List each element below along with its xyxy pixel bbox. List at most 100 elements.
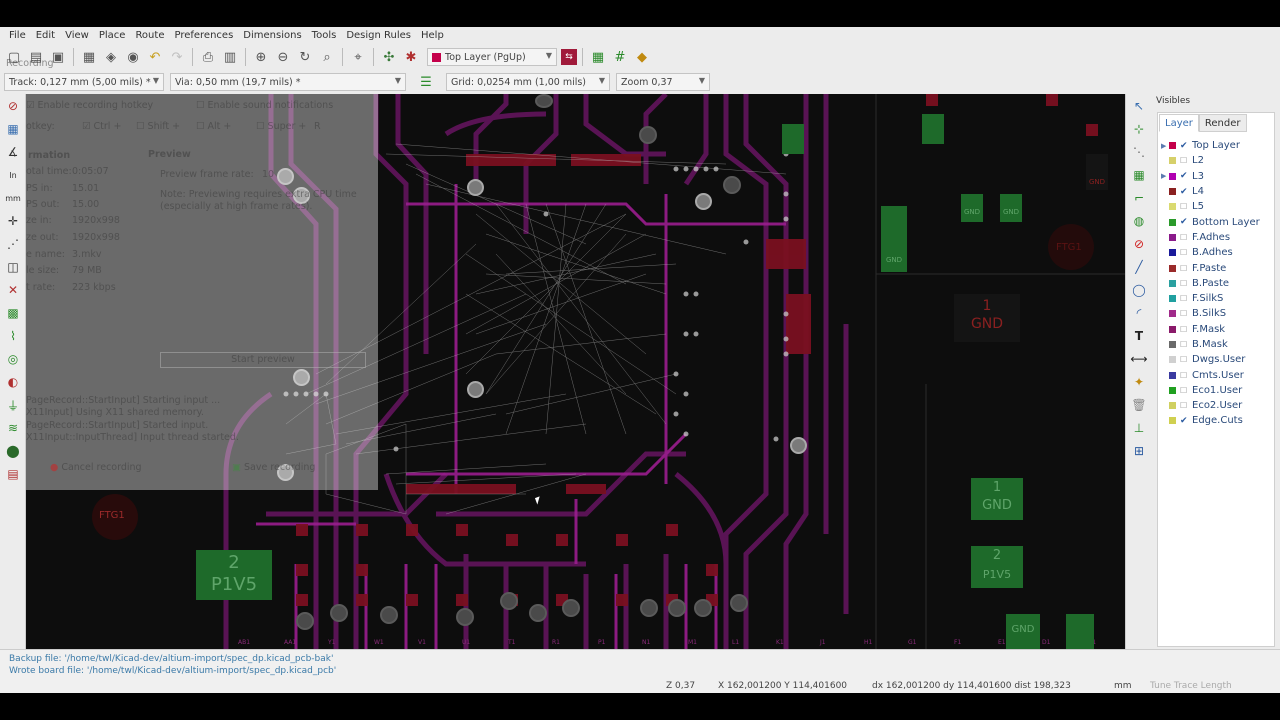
tab-layer[interactable]: Layer [1159,114,1199,132]
add-dimension-icon[interactable]: ⟷ [1128,348,1150,370]
route-track-icon[interactable]: ⌐ [1128,187,1150,209]
autoroute-icon[interactable]: # [610,47,630,67]
add-keepout-icon[interactable]: ╱ [1128,256,1150,278]
via-bottom-row[interactable] [500,592,518,610]
pad-small-green-b[interactable] [922,114,944,144]
layer-visibility-checkbox[interactable]: ☐ [1180,279,1190,288]
units-mm-icon[interactable]: mm [2,187,24,209]
hotkey-letter[interactable]: R [314,121,321,132]
save-recording-button[interactable]: ▣ Save recording [192,460,362,478]
layer-visibility-checkbox[interactable]: ☐ [1180,340,1190,349]
layer-color-swatch[interactable] [1169,249,1176,257]
layer-visibility-checkbox[interactable]: ✔ [1180,171,1190,181]
via-top-row[interactable] [535,94,553,108]
layer-visibility-checkbox[interactable]: ✔ [1180,187,1190,197]
layer-color-swatch[interactable] [1169,325,1176,333]
netlist-icon[interactable]: ✣ [379,47,399,67]
add-via-icon[interactable]: ◍ [1128,210,1150,232]
layer-row[interactable]: ☐ Cmts.User [1161,367,1275,382]
pad-small-green-a[interactable] [782,124,804,154]
layer-row[interactable]: ☐ Eco1.User [1161,383,1275,398]
layer-color-swatch[interactable] [1169,172,1176,180]
layer-pair-icon[interactable]: ⇆ [561,49,577,65]
zoom-fit-icon[interactable]: ⌕ [317,47,337,67]
show-zones-icon[interactable]: ▩ [2,302,24,324]
pad-gnd-right[interactable]: 1 GND [971,478,1023,520]
layer-row[interactable]: ☐ B.Paste [1161,276,1275,291]
find-icon[interactable]: ⌖ [348,47,368,67]
via-bottom-row[interactable] [380,606,398,624]
layer-row[interactable]: ☐ B.Mask [1161,337,1275,352]
layer-row[interactable]: ☐ F.SilkS [1161,291,1275,306]
via-large[interactable] [467,381,484,398]
layer-color-swatch[interactable] [1169,264,1176,272]
add-text-icon[interactable]: T [1128,325,1150,347]
layer-row[interactable]: ☐ F.Adhes [1161,230,1275,245]
layer-color-swatch[interactable] [1169,386,1176,394]
set-origin-icon[interactable]: ⊥ [1128,417,1150,439]
menu-view[interactable]: View [60,30,94,41]
layer-color-swatch[interactable] [1169,310,1176,318]
add-circle-icon[interactable]: ◯ [1128,279,1150,301]
track-sketch-icon[interactable]: ⌇ [2,325,24,347]
via-bottom-row[interactable] [694,599,712,617]
via-large[interactable] [695,193,712,210]
delete-icon[interactable]: 🗑 [1128,394,1150,416]
page-settings-icon[interactable]: ▦ [79,47,99,67]
menu-file[interactable]: File [4,30,31,41]
menu-help[interactable]: Help [416,30,449,41]
layer-color-swatch[interactable] [1169,417,1176,425]
preview-rate-input[interactable]: 10 [262,169,274,180]
layer-row[interactable]: ☐ Eco2.User [1161,398,1275,413]
pad-gnd-small-c[interactable]: GND [1000,194,1022,222]
pad-p1v5-left[interactable]: 2 P1V5 [196,550,272,600]
layer-row[interactable]: ▶ ✔ Top Layer [1161,138,1275,153]
layer-visibility-checkbox[interactable]: ☐ [1180,294,1190,303]
via-bottom-row[interactable] [562,599,580,617]
microwave-icon[interactable]: ◆ [632,47,652,67]
module-ratsnest-icon[interactable]: ◫ [2,256,24,278]
highlight-net-icon[interactable]: ⊹ [1128,118,1150,140]
layers-manager-icon[interactable]: ≋ [2,417,24,439]
via-bottom-row[interactable] [730,594,748,612]
grid-origin-icon[interactable]: ⊞ [1128,440,1150,462]
hotkey-ctrl[interactable]: ☑ Ctrl + [82,121,121,132]
layer-visibility-checkbox[interactable]: ☐ [1180,248,1190,257]
add-target-icon[interactable]: ✦ [1128,371,1150,393]
auto-track-width-icon[interactable]: ☰ [416,72,436,92]
layer-visibility-checkbox[interactable]: ☐ [1180,156,1190,165]
menu-dimensions[interactable]: Dimensions [238,30,306,41]
layer-color-swatch[interactable] [1169,279,1176,287]
pad-sketch-icon[interactable]: ⬤ [2,440,24,462]
layer-row[interactable]: ☐ B.SilkS [1161,306,1275,321]
pad-p1v5-right[interactable]: 2 P1V5 [971,546,1023,588]
drc-icon[interactable]: ✱ [401,47,421,67]
hotkey-alt[interactable]: ☐ Alt + [196,121,231,132]
layer-color-swatch[interactable] [1169,402,1176,410]
layer-row[interactable]: ☐ Dwgs.User [1161,352,1275,367]
units-inch-icon[interactable]: In [2,164,24,186]
via-bottom-row[interactable] [456,608,474,626]
redo-icon[interactable]: ↷ [167,47,187,67]
layer-color-swatch[interactable] [1169,218,1176,226]
via-bottom-row[interactable] [668,599,686,617]
layer-row[interactable]: ☐ L5 [1161,199,1275,214]
layer-color-swatch[interactable] [1169,142,1176,150]
layer-color-swatch[interactable] [1169,341,1176,348]
layer-color-swatch[interactable] [1169,233,1176,241]
drc-off-icon[interactable]: ⊘ [2,95,24,117]
hotkey-shift[interactable]: ☐ Shift + [136,121,180,132]
layer-visibility-checkbox[interactable]: ☐ [1180,371,1190,380]
layer-color-swatch[interactable] [1169,157,1176,165]
polar-coords-icon[interactable]: ∡ [2,141,24,163]
pad-gnd-bottom[interactable]: GND [1006,614,1040,649]
menu-place[interactable]: Place [94,30,131,41]
select-tool-icon[interactable]: ↖ [1128,95,1150,117]
hotkey-super[interactable]: ☐ Super + [256,121,306,132]
pad-gnd-small-d[interactable]: GND [1086,154,1108,190]
menu-edit[interactable]: Edit [31,30,60,41]
via-top-row[interactable] [639,126,657,144]
layer-row[interactable]: ✔ Bottom Layer [1161,214,1275,229]
cancel-recording-button[interactable]: ● Cancel recording [30,460,190,478]
microwave-toolbar-icon[interactable]: ⏚ [2,394,24,416]
